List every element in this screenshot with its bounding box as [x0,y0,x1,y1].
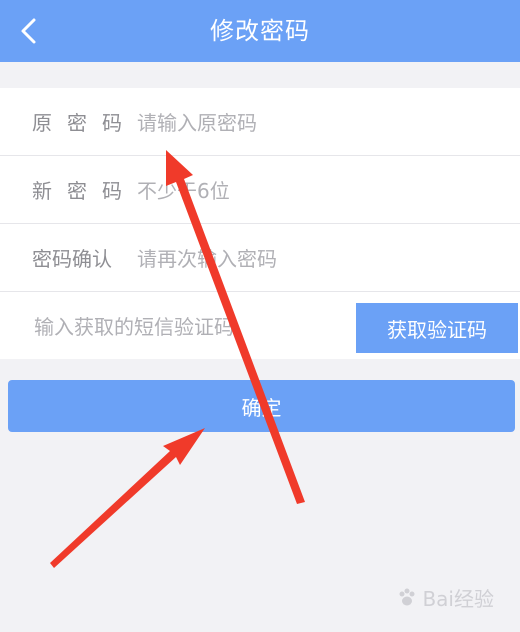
paw-icon [399,588,415,605]
old-password-label: 原 密 码 [32,111,122,135]
watermark-text: Bai经验 [422,587,494,611]
sms-code-row: 获取验证码 [0,292,520,361]
sms-code-input[interactable] [32,292,350,361]
old-password-row: 原 密 码 [0,88,520,157]
confirm-button[interactable]: 确定 [8,380,515,432]
confirm-password-row: 密码确认 [0,224,520,293]
watermark: Bai经验 [396,583,494,612]
new-password-row: 新 密 码 [0,156,520,225]
old-password-input[interactable] [135,88,504,157]
confirm-password-label: 密码确认 [32,247,112,271]
annotation-arrow-to-confirm [50,428,205,568]
password-form: 原 密 码 新 密 码 密码确认 获取验证码 [0,88,520,361]
new-password-label: 新 密 码 [32,179,122,203]
confirm-password-input[interactable] [135,224,504,293]
nav-bar: 修改密码 [0,0,520,62]
page-title: 修改密码 [210,17,310,45]
new-password-input[interactable] [135,156,504,225]
get-code-button[interactable]: 获取验证码 [356,303,518,353]
